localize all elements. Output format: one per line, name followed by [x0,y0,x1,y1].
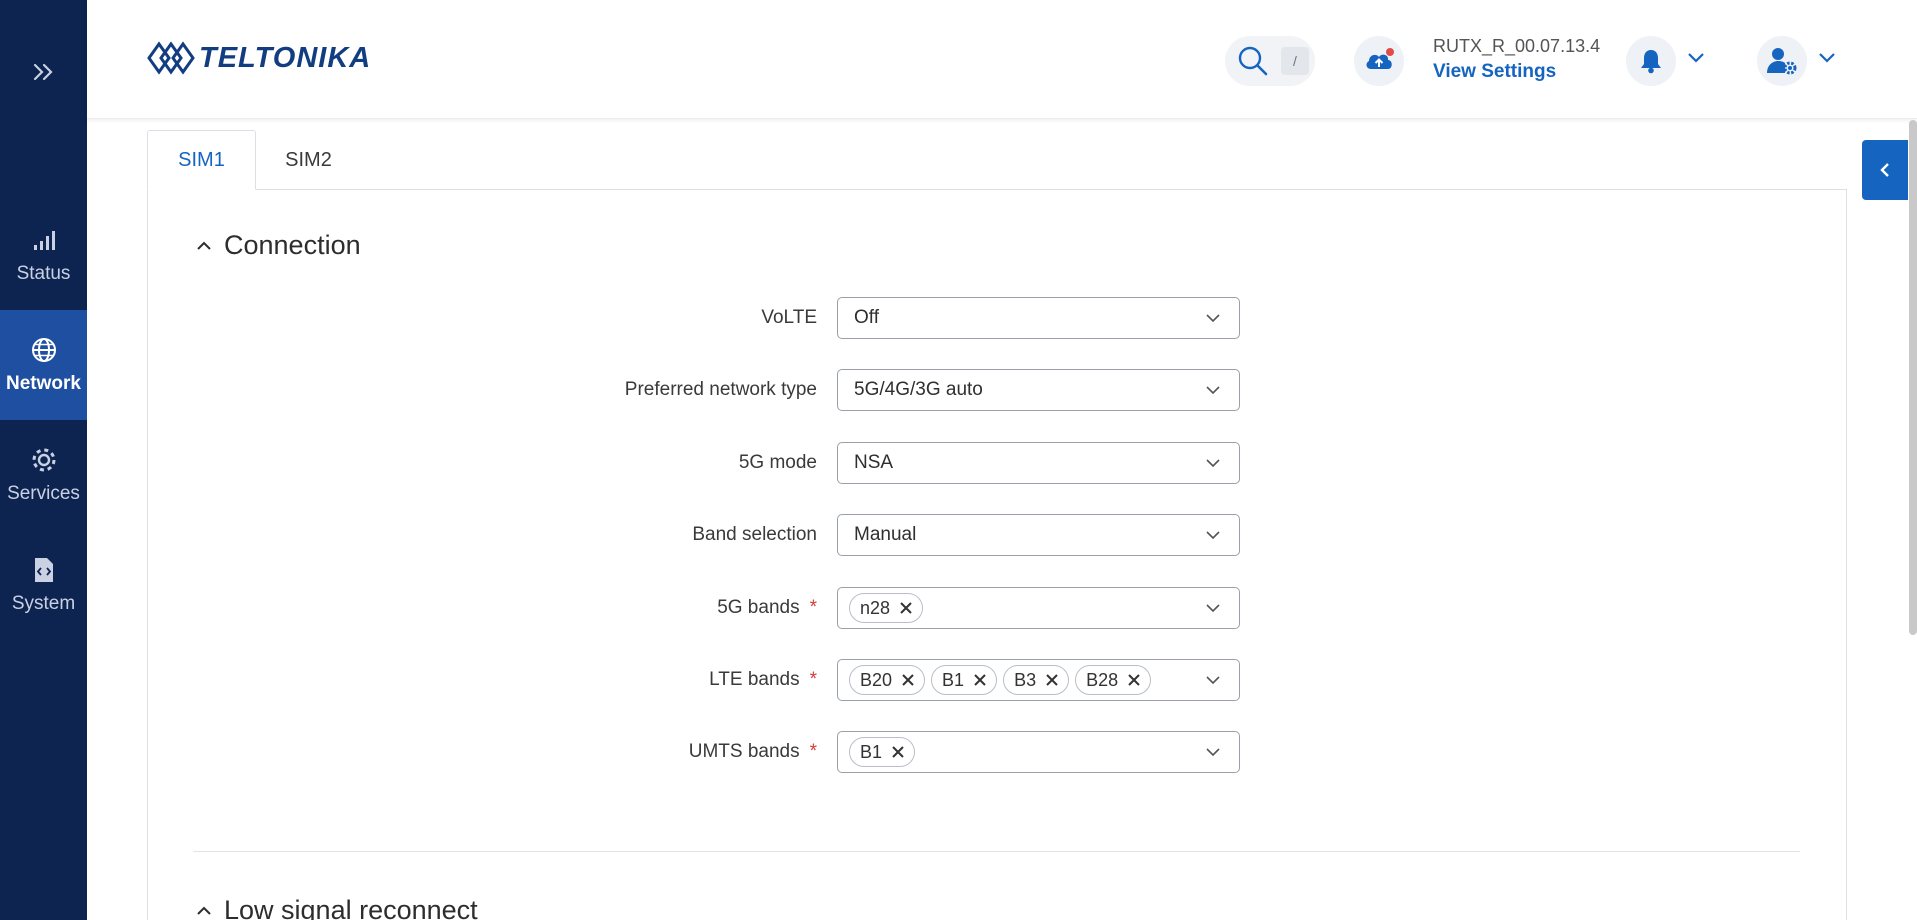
5g-mode-select[interactable]: NSA [837,442,1240,484]
required-asterisk: * [809,741,817,762]
signal-bars-icon [32,225,56,255]
band-selection-select[interactable]: Manual [837,514,1240,556]
network-type-label: Preferred network type [624,379,817,400]
chevron-down-icon [1206,314,1220,323]
firmware-info: RUTX_R_00.07.13.4 View Settings [1433,36,1600,83]
chevron-up-icon [196,240,212,252]
5g-mode-row: 5G mode NSA [500,442,1240,484]
network-type-row: Preferred network type 5G/4G/3G auto [500,369,1240,411]
band-selection-row: Band selection Manual [500,514,1240,556]
cloud-upload-icon [1366,48,1394,69]
select-value: Manual [854,524,917,545]
lte-bands-multiselect[interactable]: B20 B1 B3 B28 [837,659,1240,701]
sidebar-item-label: System [11,593,76,614]
remove-chip-icon[interactable] [1128,674,1140,686]
code-file-icon [33,555,55,585]
network-type-select[interactable]: 5G/4G/3G auto [837,369,1240,411]
band-chip: B3 [1003,665,1070,695]
band-chip: B1 [849,737,916,767]
volte-row: VoLTE Off [500,297,1240,339]
chevron-left-icon [1880,163,1889,177]
double-chevron-right-icon [33,63,53,81]
app-root: Status Network Services System TELTONIKA… [0,0,1917,920]
chevron-down-icon [1206,676,1220,685]
cloud-sync-button[interactable] [1354,36,1404,86]
chevron-up-icon [196,905,212,917]
sidebar-item-label: Network [6,373,81,394]
section-divider [193,851,1800,852]
top-header: TELTONIKA / RUTX_R_00.07.13.4 View Setti… [87,0,1917,119]
5g-bands-label: 5G bands * [717,597,817,618]
band-selection-label: Band selection [692,524,817,545]
sidebar-item-network[interactable]: Network [0,310,87,420]
band-chip: B1 [931,665,998,695]
low-signal-section-toggle[interactable]: Low signal reconnect [196,895,478,920]
5g-bands-row: 5G bands * n28 [500,587,1240,629]
band-chip: n28 [849,593,924,623]
5g-mode-label: 5G mode [738,452,817,473]
chevron-down-icon [1206,604,1220,613]
tab-sim2[interactable]: SIM2 [256,130,361,190]
chevron-down-icon[interactable] [1687,52,1705,64]
chip-list: B20 B1 B3 B28 [849,665,1152,695]
connection-section-toggle[interactable]: Connection [196,230,361,261]
volte-select[interactable]: Off [837,297,1240,339]
band-chip: B20 [849,665,926,695]
globe-icon [31,335,57,365]
chevron-down-icon [1206,531,1220,540]
bell-icon [1641,50,1661,74]
remove-chip-icon[interactable] [902,674,914,686]
remove-chip-icon[interactable] [900,602,912,614]
remove-chip-icon[interactable] [974,674,986,686]
umts-bands-label: UMTS bands * [688,741,817,762]
search-icon [1238,46,1268,76]
teltonika-logo-mark-icon [147,41,195,75]
chevron-down-icon [1206,748,1220,757]
chip-list: n28 [849,593,924,623]
volte-label: VoLTE [761,307,817,328]
select-value: NSA [854,452,894,473]
band-chip: B28 [1075,665,1152,695]
required-asterisk: * [809,669,817,690]
sidebar-item-label: Services [7,483,80,504]
lte-bands-label: LTE bands * [709,669,817,690]
required-asterisk: * [809,597,817,618]
notifications-button[interactable] [1626,36,1676,86]
sidebar-item-status[interactable]: Status [0,200,87,310]
chevron-down-icon [1206,459,1220,468]
logo-text: TELTONIKA [199,41,372,74]
firmware-version: RUTX_R_00.07.13.4 [1433,36,1601,56]
sidebar-item-services[interactable]: Services [0,420,87,530]
chip-list: B1 [849,737,916,767]
select-value: 5G/4G/3G auto [854,379,983,400]
search-shortcut-key: / [1281,47,1309,75]
lte-bands-row: LTE bands * B20 B1 B3 B28 [500,659,1240,701]
sidebar-item-label: Status [16,263,71,284]
chevron-down-icon[interactable] [1818,52,1836,64]
umts-bands-multiselect[interactable]: B1 [837,731,1240,773]
sidebar-item-system[interactable]: System [0,530,87,640]
umts-bands-row: UMTS bands * B1 [500,731,1240,773]
gear-icon [30,445,58,475]
select-value: Off [854,307,879,328]
collapse-panel-button[interactable] [1862,140,1908,200]
remove-chip-icon[interactable] [892,746,904,758]
section-title: Connection [224,230,361,260]
section-title: Low signal reconnect [224,895,478,920]
5g-bands-multiselect[interactable]: n28 [837,587,1240,629]
scrollbar-thumb[interactable] [1909,120,1917,635]
teltonika-logo[interactable]: TELTONIKA [145,38,371,78]
user-settings-icon [1767,48,1797,75]
expand-sidebar-button[interactable] [0,52,87,92]
user-menu-button[interactable] [1757,36,1807,86]
remove-chip-icon[interactable] [1046,674,1058,686]
tab-sim1[interactable]: SIM1 [147,130,256,190]
search-button[interactable]: / [1225,36,1315,86]
chevron-down-icon [1206,386,1220,395]
view-settings-link[interactable]: View Settings [1433,61,1600,83]
sidebar: Status Network Services System [0,0,87,920]
